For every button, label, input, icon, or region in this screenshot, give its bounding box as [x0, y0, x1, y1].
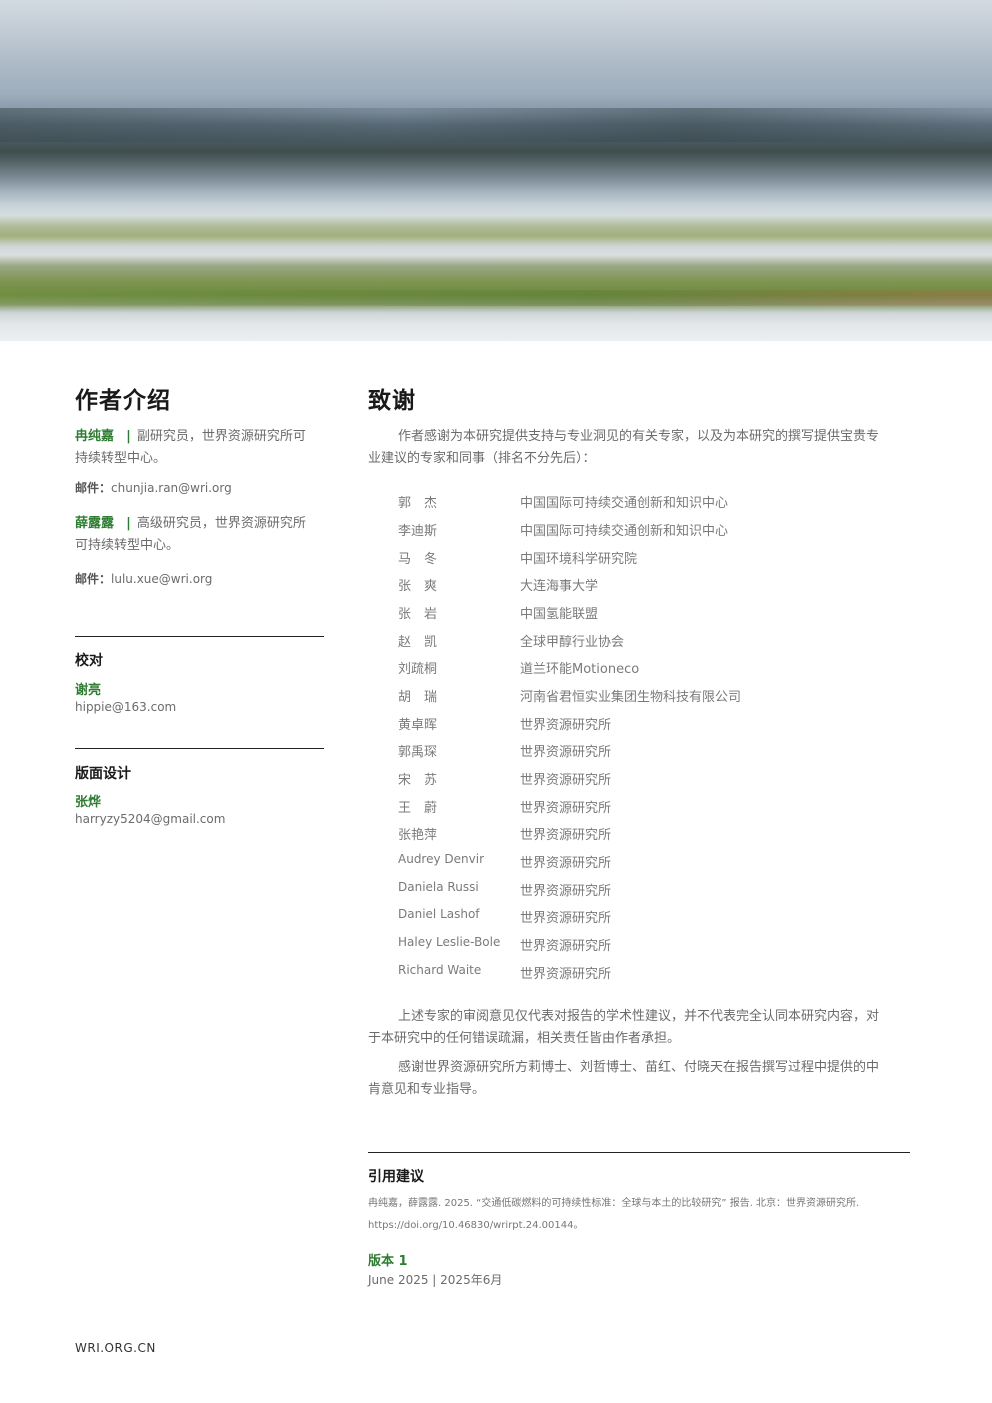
expert-org: 中国国际可持续交通创新和知识中心 [520, 524, 729, 539]
author-1-email-label: 邮件： [75, 481, 112, 495]
expert-org: 全球甲醇行业协会 [520, 635, 625, 650]
ack-intro-line1: 作者感谢为本研究提供支持与专业洞见的有关专家，以及为本研究的撰写提供宝贵专 [398, 429, 880, 444]
author-2-email[interactable]: lulu.xue@wri.org [111, 572, 212, 586]
ack-disclaimer-line1: 上述专家的审阅意见仅代表对报告的学术性建议，并不代表完全认同本研究内容，对 [398, 1009, 880, 1024]
expert-name: 郭 杰 [398, 496, 438, 511]
footer-site-link[interactable]: WRI.ORG.CN [75, 1341, 156, 1355]
expert-name: 胡 瑞 [398, 690, 438, 705]
expert-org: 世界资源研究所 [520, 939, 612, 954]
expert-org: 世界资源研究所 [520, 745, 612, 760]
expert-name: Audrey Denvir [398, 852, 484, 866]
version-date: June 2025 | 2025年6月 [368, 1273, 503, 1287]
expert-org: 世界资源研究所 [520, 773, 612, 788]
expert-org: 中国环境科学研究院 [520, 552, 638, 567]
expert-org: 世界资源研究所 [520, 911, 612, 926]
author-2-separator: | [126, 516, 131, 531]
author-1-email[interactable]: chunjia.ran@wri.org [111, 481, 232, 495]
citation-divider [368, 1152, 910, 1153]
version-label: 版本 1 [368, 1254, 408, 1269]
author-2-email-label: 邮件： [75, 572, 112, 586]
design-title: 版面设计 [75, 766, 131, 782]
expert-name: 张艳萍 [398, 828, 438, 843]
author-1-separator: | [126, 429, 131, 444]
citation-doi[interactable]: https://doi.org/10.46830/wrirpt.24.00144… [368, 1215, 913, 1237]
expert-name: Richard Waite [398, 963, 482, 977]
expert-org: 大连海事大学 [520, 579, 599, 594]
author-1-role-line2: 持续转型中心。 [75, 451, 167, 466]
ack-thanks-line2: 肯意见和专业指导。 [368, 1082, 486, 1097]
ack-disclaimer-line2: 于本研究中的任何错误疏漏，相关责任皆由作者承担。 [368, 1031, 681, 1046]
expert-org: 世界资源研究所 [520, 828, 612, 843]
hero-blur-band [0, 108, 992, 142]
expert-name: 张 爽 [398, 579, 438, 594]
ack-disclaimer: 上述专家的审阅意见仅代表对报告的学术性建议，并不代表完全认同本研究内容，对 于本… [368, 1006, 913, 1050]
proofreader-name: 谢亮 [75, 683, 102, 698]
authors-heading: 作者介绍 [75, 388, 171, 414]
author-2-role-line2: 可持续转型中心。 [75, 538, 180, 553]
author-1-email-row: 邮件：chunjia.ran@wri.org [75, 479, 232, 496]
author-2-bio: 薛露露 | 高级研究员，世界资源研究所 可持续转型中心。 [75, 513, 325, 557]
expert-name: 刘疏桐 [398, 662, 438, 677]
proofread-divider [75, 636, 324, 637]
citation-line1: 冉纯嘉，薛露露. 2025. “交通低碳燃料的可持续性标准：全球与本土的比较研究… [368, 1198, 860, 1209]
expert-org: 世界资源研究所 [520, 801, 612, 816]
design-divider [75, 748, 324, 749]
ack-thanks-line1: 感谢世界资源研究所方莉博士、刘哲博士、苗红、付晓天在报告撰写过程中提供的中 [398, 1060, 880, 1075]
author-1-bio: 冉纯嘉 | 副研究员，世界资源研究所可 持续转型中心。 [75, 426, 325, 470]
proofreader-email[interactable]: hippie@163.com [75, 700, 176, 714]
citation-title: 引用建议 [368, 1169, 424, 1185]
ack-heading: 致谢 [368, 388, 416, 414]
expert-name: 宋 苏 [398, 773, 438, 788]
expert-org: 中国国际可持续交通创新和知识中心 [520, 496, 729, 511]
expert-name: 张 岩 [398, 607, 438, 622]
author-2-role-line1: 高级研究员，世界资源研究所 [136, 516, 306, 531]
expert-org: 道兰环能Motioneco [520, 662, 640, 677]
expert-name: 王 蔚 [398, 801, 438, 816]
expert-org: 世界资源研究所 [520, 967, 612, 982]
expert-org: 河南省君恒实业集团生物科技有限公司 [520, 690, 742, 705]
hero-image [0, 0, 992, 341]
hero-grass-band [0, 290, 992, 306]
designer-email[interactable]: harryzy5204@gmail.com [75, 812, 225, 826]
author-2-email-row: 邮件：lulu.xue@wri.org [75, 570, 212, 587]
proofread-title: 校对 [75, 653, 103, 669]
expert-name: Daniela Russi [398, 880, 479, 894]
ack-intro: 作者感谢为本研究提供支持与专业洞见的有关专家，以及为本研究的撰写提供宝贵专 业建… [368, 426, 913, 470]
ack-intro-line2: 业建议的专家和同事（排名不分先后）： [368, 451, 596, 466]
expert-name: 黄卓晖 [398, 718, 438, 733]
expert-org: 世界资源研究所 [520, 884, 612, 899]
expert-name: 郭禹琛 [398, 745, 438, 760]
ack-thanks: 感谢世界资源研究所方莉博士、刘哲博士、苗红、付晓天在报告撰写过程中提供的中 肯意… [368, 1057, 913, 1101]
author-1-name: 冉纯嘉 [75, 429, 115, 444]
author-2-name: 薛露露 [75, 516, 115, 531]
author-1-role-line1: 副研究员，世界资源研究所可 [136, 429, 306, 444]
citation-text: 冉纯嘉，薛露露. 2025. “交通低碳燃料的可持续性标准：全球与本土的比较研究… [368, 1193, 913, 1237]
expert-name: Daniel Lashof [398, 907, 480, 921]
expert-org: 世界资源研究所 [520, 856, 612, 871]
expert-name: Haley Leslie-Bole [398, 935, 501, 949]
expert-org: 世界资源研究所 [520, 718, 612, 733]
expert-name: 李迪斯 [398, 524, 438, 539]
expert-name: 赵 凯 [398, 635, 438, 650]
expert-org: 中国氢能联盟 [520, 607, 599, 622]
designer-name: 张烨 [75, 795, 102, 810]
expert-name: 马 冬 [398, 552, 438, 567]
